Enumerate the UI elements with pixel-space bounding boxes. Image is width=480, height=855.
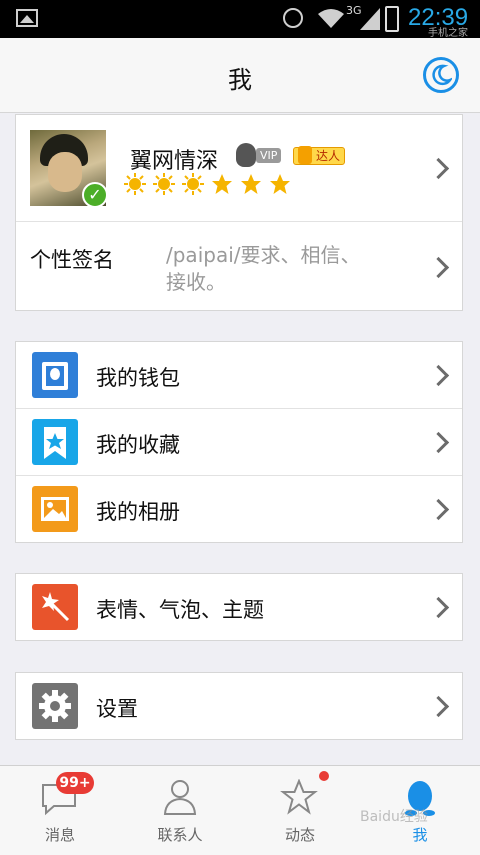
- chevron-right-icon: [427, 431, 450, 454]
- tab-messages[interactable]: 99+ 消息: [0, 766, 120, 855]
- tab-label: 我: [412, 826, 428, 844]
- signature-label: 个性签名: [30, 248, 114, 272]
- magic-wand-icon: [32, 584, 78, 630]
- star-icon: [270, 174, 291, 194]
- star-icon: [241, 174, 262, 194]
- gear-icon: [32, 683, 78, 729]
- menu-item-wallet[interactable]: 我的钱包: [16, 342, 462, 409]
- wallet-icon: [32, 352, 78, 398]
- person-icon: [163, 780, 197, 815]
- night-mode-button[interactable]: [423, 57, 459, 93]
- tab-label: 消息: [44, 826, 75, 844]
- menu-item-settings[interactable]: 设置: [16, 673, 462, 739]
- tab-feed[interactable]: 动态: [240, 766, 360, 855]
- menu-item-themes[interactable]: 表情、气泡、主题: [16, 574, 462, 640]
- chevron-right-icon: [427, 157, 450, 180]
- chevron-right-icon: [427, 596, 450, 619]
- album-icon: [32, 486, 78, 532]
- new-feed-dot: [319, 771, 329, 781]
- menu-item-favorites[interactable]: 我的收藏: [16, 409, 462, 476]
- daren-badge: 达人: [293, 146, 345, 165]
- menu-group-3: 设置: [15, 672, 463, 740]
- vip-badge: VIP: [256, 148, 282, 163]
- signature-row[interactable]: 个性签名 /paipai/要求、相信、接收。: [16, 222, 462, 310]
- sun-icon: [124, 173, 146, 195]
- profile-row[interactable]: ✓ 翼网情深 VIP 达人: [16, 115, 462, 222]
- tab-label: 动态: [284, 826, 315, 844]
- header: 我: [0, 38, 480, 113]
- tab-label: 联系人: [157, 826, 203, 844]
- star-icon: [212, 174, 233, 194]
- verified-check-icon: ✓: [82, 182, 108, 208]
- menu-label: 表情、气泡、主题: [96, 598, 264, 622]
- medal-icon: [298, 146, 312, 164]
- page-title: 我: [228, 66, 252, 94]
- unread-badge: 99+: [56, 772, 94, 794]
- image-notification-icon: [16, 9, 38, 27]
- favorites-icon: [32, 419, 78, 465]
- chevron-right-icon: [427, 695, 450, 718]
- menu-group-1: 我的钱包 我的收藏 我的相册: [15, 341, 463, 543]
- qq-penguin-icon: [236, 143, 256, 167]
- level-stars: [124, 173, 293, 199]
- signal-icon: [360, 8, 380, 30]
- chevron-right-icon: [427, 498, 450, 521]
- menu-group-2: 表情、气泡、主题: [15, 573, 463, 641]
- watermark-overlay: Baidu经验: [360, 809, 428, 825]
- wifi-icon: [318, 9, 344, 28]
- sun-icon: [153, 173, 176, 195]
- profile-card: ✓ 翼网情深 VIP 达人 个性签名 /paipai/要求、相信、接收。: [15, 114, 463, 311]
- menu-label: 我的钱包: [96, 366, 180, 390]
- chevron-right-icon: [427, 256, 450, 279]
- menu-label: 我的相册: [96, 500, 180, 524]
- menu-label: 设置: [96, 697, 138, 721]
- alarm-icon: [283, 8, 303, 28]
- profile-name: 翼网情深: [130, 149, 219, 174]
- avatar[interactable]: ✓: [30, 130, 108, 208]
- status-bar: 3G 22:39 手机之家: [0, 0, 480, 39]
- sun-icon: [182, 173, 205, 195]
- watermark-text: 手机之家: [428, 28, 468, 39]
- battery-icon: [385, 6, 399, 32]
- chevron-right-icon: [427, 364, 450, 387]
- menu-label: 我的收藏: [96, 433, 180, 457]
- tab-contacts[interactable]: 联系人: [120, 766, 240, 855]
- star-outline-icon: [280, 779, 318, 815]
- moon-icon: [432, 64, 452, 86]
- signature-value: /paipai/要求、相信、接收。: [166, 243, 361, 294]
- menu-item-album[interactable]: 我的相册: [16, 476, 462, 542]
